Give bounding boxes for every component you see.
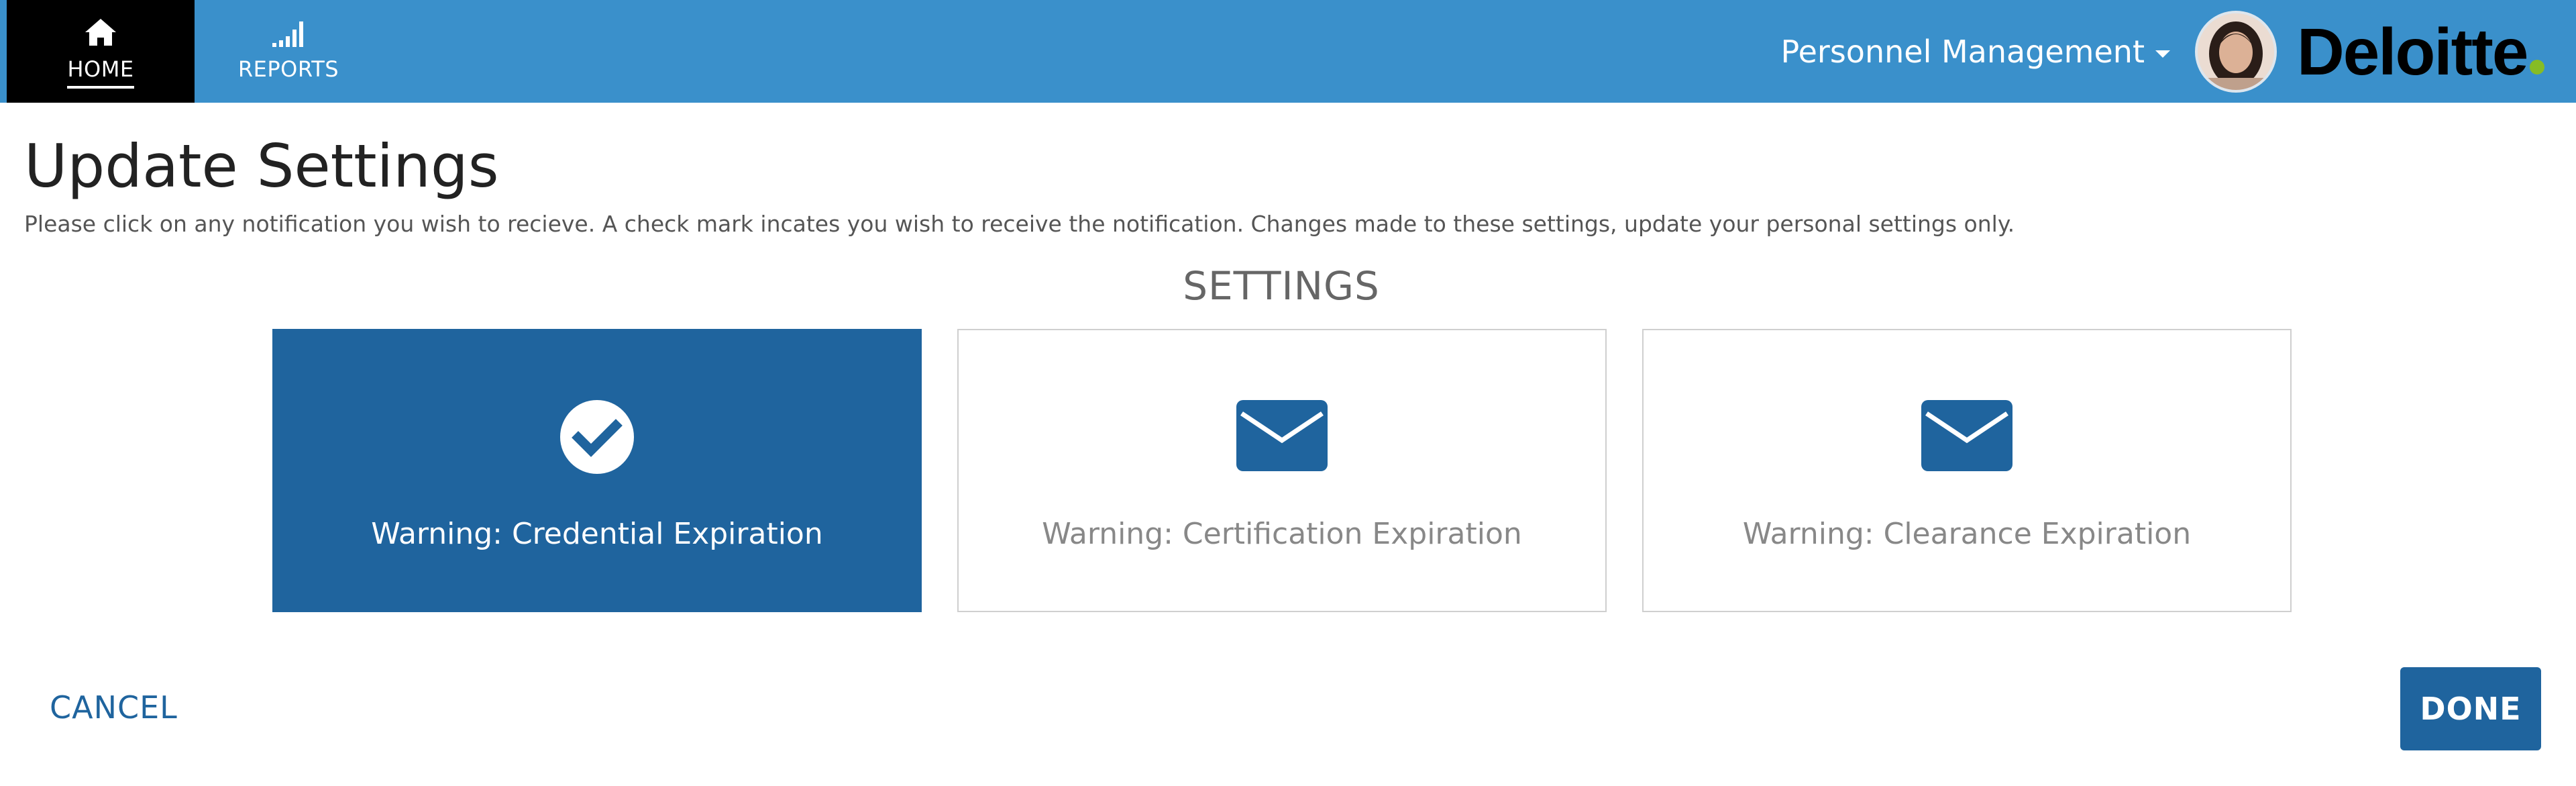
setting-card-label: Warning: Credential Expiration	[371, 517, 823, 551]
envelope-icon	[1921, 400, 2012, 471]
settings-heading: SETTINGS	[1183, 263, 1380, 309]
caret-down-icon	[2155, 50, 2170, 58]
nav-label-reports: REPORTS	[237, 56, 339, 82]
logo-text: Deloitte	[2297, 15, 2528, 89]
check-circle-icon	[560, 400, 634, 474]
setting-card-clearance-expiration[interactable]: Warning: Clearance Expiration	[1642, 329, 2292, 612]
cancel-button[interactable]: CANCEL	[35, 673, 193, 742]
setting-card-credential-expiration[interactable]: Warning: Credential Expiration	[272, 329, 922, 612]
nav-item-reports[interactable]: REPORTS	[195, 0, 382, 103]
deloitte-logo: Deloitte	[2297, 15, 2545, 89]
home-icon	[85, 19, 116, 46]
logo-dot	[2530, 60, 2545, 75]
nav-label-home: HOME	[67, 56, 134, 82]
active-tab-indicator	[67, 86, 134, 89]
setting-card-certification-expiration[interactable]: Warning: Certification Expiration	[957, 329, 1607, 612]
setting-card-label: Warning: Certification Expiration	[1042, 517, 1522, 551]
setting-card-label: Warning: Clearance Expiration	[1742, 517, 2192, 551]
avatar-portrait	[2198, 13, 2274, 90]
page-title: Update Settings	[24, 132, 499, 201]
module-switcher-label: Personnel Management	[1780, 34, 2145, 70]
top-navigation-bar: HOME REPORTS Personnel Management Deloit…	[0, 0, 2576, 103]
instructions-text: Please click on any notification you wis…	[24, 211, 2015, 237]
module-switcher[interactable]: Personnel Management	[1781, 32, 2170, 71]
user-avatar[interactable]	[2195, 11, 2277, 93]
nav-item-home[interactable]: HOME	[7, 0, 195, 103]
signal-bars-icon	[272, 21, 303, 47]
envelope-icon	[1236, 400, 1328, 471]
done-button[interactable]: DONE	[2400, 667, 2541, 750]
